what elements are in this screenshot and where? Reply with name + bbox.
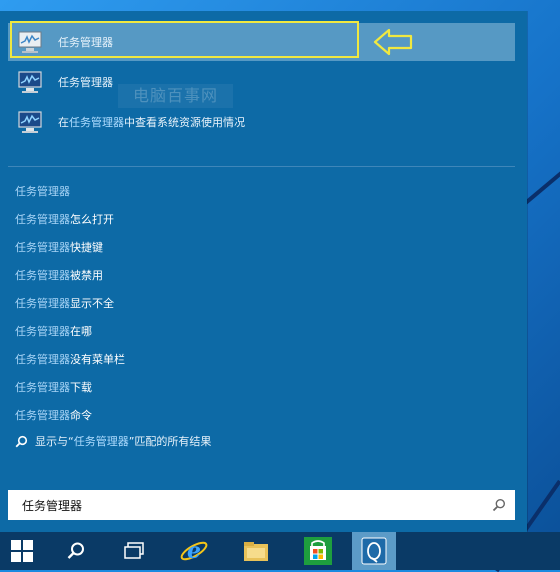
settings-result[interactable]: 在任务管理器中查看系统资源使用情况 bbox=[8, 103, 245, 141]
task-view-button[interactable] bbox=[112, 532, 156, 570]
search-button[interactable] bbox=[54, 532, 98, 570]
store-button[interactable] bbox=[296, 532, 340, 570]
task-manager-icon bbox=[16, 110, 44, 134]
highlight-box bbox=[10, 21, 359, 58]
app-result[interactable]: 任务管理器 bbox=[8, 63, 113, 101]
search-all-results-link[interactable]: 显示与“任务管理器”匹配的所有结果 bbox=[15, 433, 211, 449]
suggestion-item[interactable]: 任务管理器快捷键 bbox=[15, 239, 103, 255]
watermark: 电脑百事网 bbox=[118, 84, 233, 108]
taskbar: e bbox=[0, 532, 560, 570]
file-explorer-icon bbox=[244, 542, 268, 561]
search-box[interactable] bbox=[8, 490, 515, 520]
qq-icon bbox=[361, 537, 387, 565]
ie-icon: e bbox=[180, 538, 208, 564]
task-manager-icon bbox=[16, 70, 44, 94]
file-explorer-button[interactable] bbox=[234, 532, 278, 570]
start-search-panel: 任务管理器 任务管理器 在任务管理器中查看系统资源使用情况 电脑百事网 任务管理… bbox=[0, 11, 527, 532]
suggestion-item[interactable]: 任务管理器怎么打开 bbox=[15, 211, 114, 227]
start-button[interactable] bbox=[0, 532, 44, 570]
search-icon[interactable] bbox=[492, 498, 506, 512]
search-all-label: 显示与“任务管理器”匹配的所有结果 bbox=[35, 435, 212, 448]
store-icon bbox=[304, 537, 332, 565]
suggestion-item[interactable]: 任务管理器 bbox=[15, 183, 70, 199]
suggestion-item[interactable]: 任务管理器在哪 bbox=[15, 323, 92, 339]
divider bbox=[8, 166, 515, 167]
search-input[interactable] bbox=[22, 498, 472, 512]
suggestion-item[interactable]: 任务管理器命令 bbox=[15, 407, 92, 423]
task-view-icon bbox=[124, 542, 144, 559]
arrow-left-icon bbox=[372, 27, 416, 61]
result-title: 在任务管理器中查看系统资源使用情况 bbox=[58, 116, 245, 129]
suggestion-item[interactable]: 任务管理器显示不全 bbox=[15, 295, 114, 311]
svg-text:e: e bbox=[187, 538, 201, 564]
search-icon bbox=[67, 542, 84, 559]
suggestion-item[interactable]: 任务管理器没有菜单栏 bbox=[15, 351, 125, 367]
internet-explorer-button[interactable]: e bbox=[172, 532, 216, 570]
windows-logo-icon bbox=[11, 540, 33, 562]
suggestion-item[interactable]: 任务管理器被禁用 bbox=[15, 267, 103, 283]
result-title: 任务管理器 bbox=[58, 76, 113, 89]
suggestion-item[interactable]: 任务管理器下载 bbox=[15, 379, 92, 395]
qq-button[interactable] bbox=[352, 532, 396, 570]
search-icon bbox=[15, 435, 28, 447]
